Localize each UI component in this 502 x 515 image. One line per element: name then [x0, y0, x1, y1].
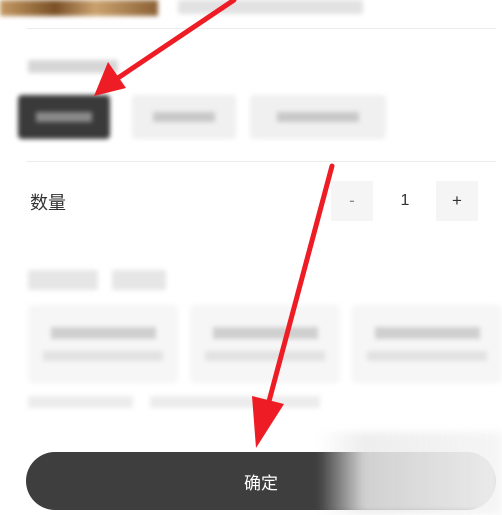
spec-option[interactable]: [250, 95, 386, 139]
product-thumbnail: [0, 0, 158, 16]
option-card[interactable]: [190, 305, 340, 383]
note-placeholder: [150, 396, 320, 408]
note-placeholder: [28, 396, 133, 408]
spec-option-selected[interactable]: [18, 95, 110, 139]
blurred-overlay: [318, 432, 502, 515]
divider: [26, 161, 496, 162]
option-card[interactable]: [28, 305, 178, 383]
section-label-placeholder: [112, 270, 166, 290]
spec-label-placeholder: [28, 60, 118, 73]
section-label-placeholder: [28, 270, 98, 290]
quantity-value[interactable]: 1: [379, 181, 431, 221]
quantity-decrease-button[interactable]: -: [331, 181, 373, 221]
product-info-placeholder: [178, 0, 363, 14]
spec-option[interactable]: [132, 95, 236, 139]
quantity-increase-button[interactable]: +: [436, 181, 478, 221]
divider: [26, 28, 496, 29]
option-card[interactable]: [352, 305, 502, 383]
quantity-label: 数量: [30, 193, 66, 213]
